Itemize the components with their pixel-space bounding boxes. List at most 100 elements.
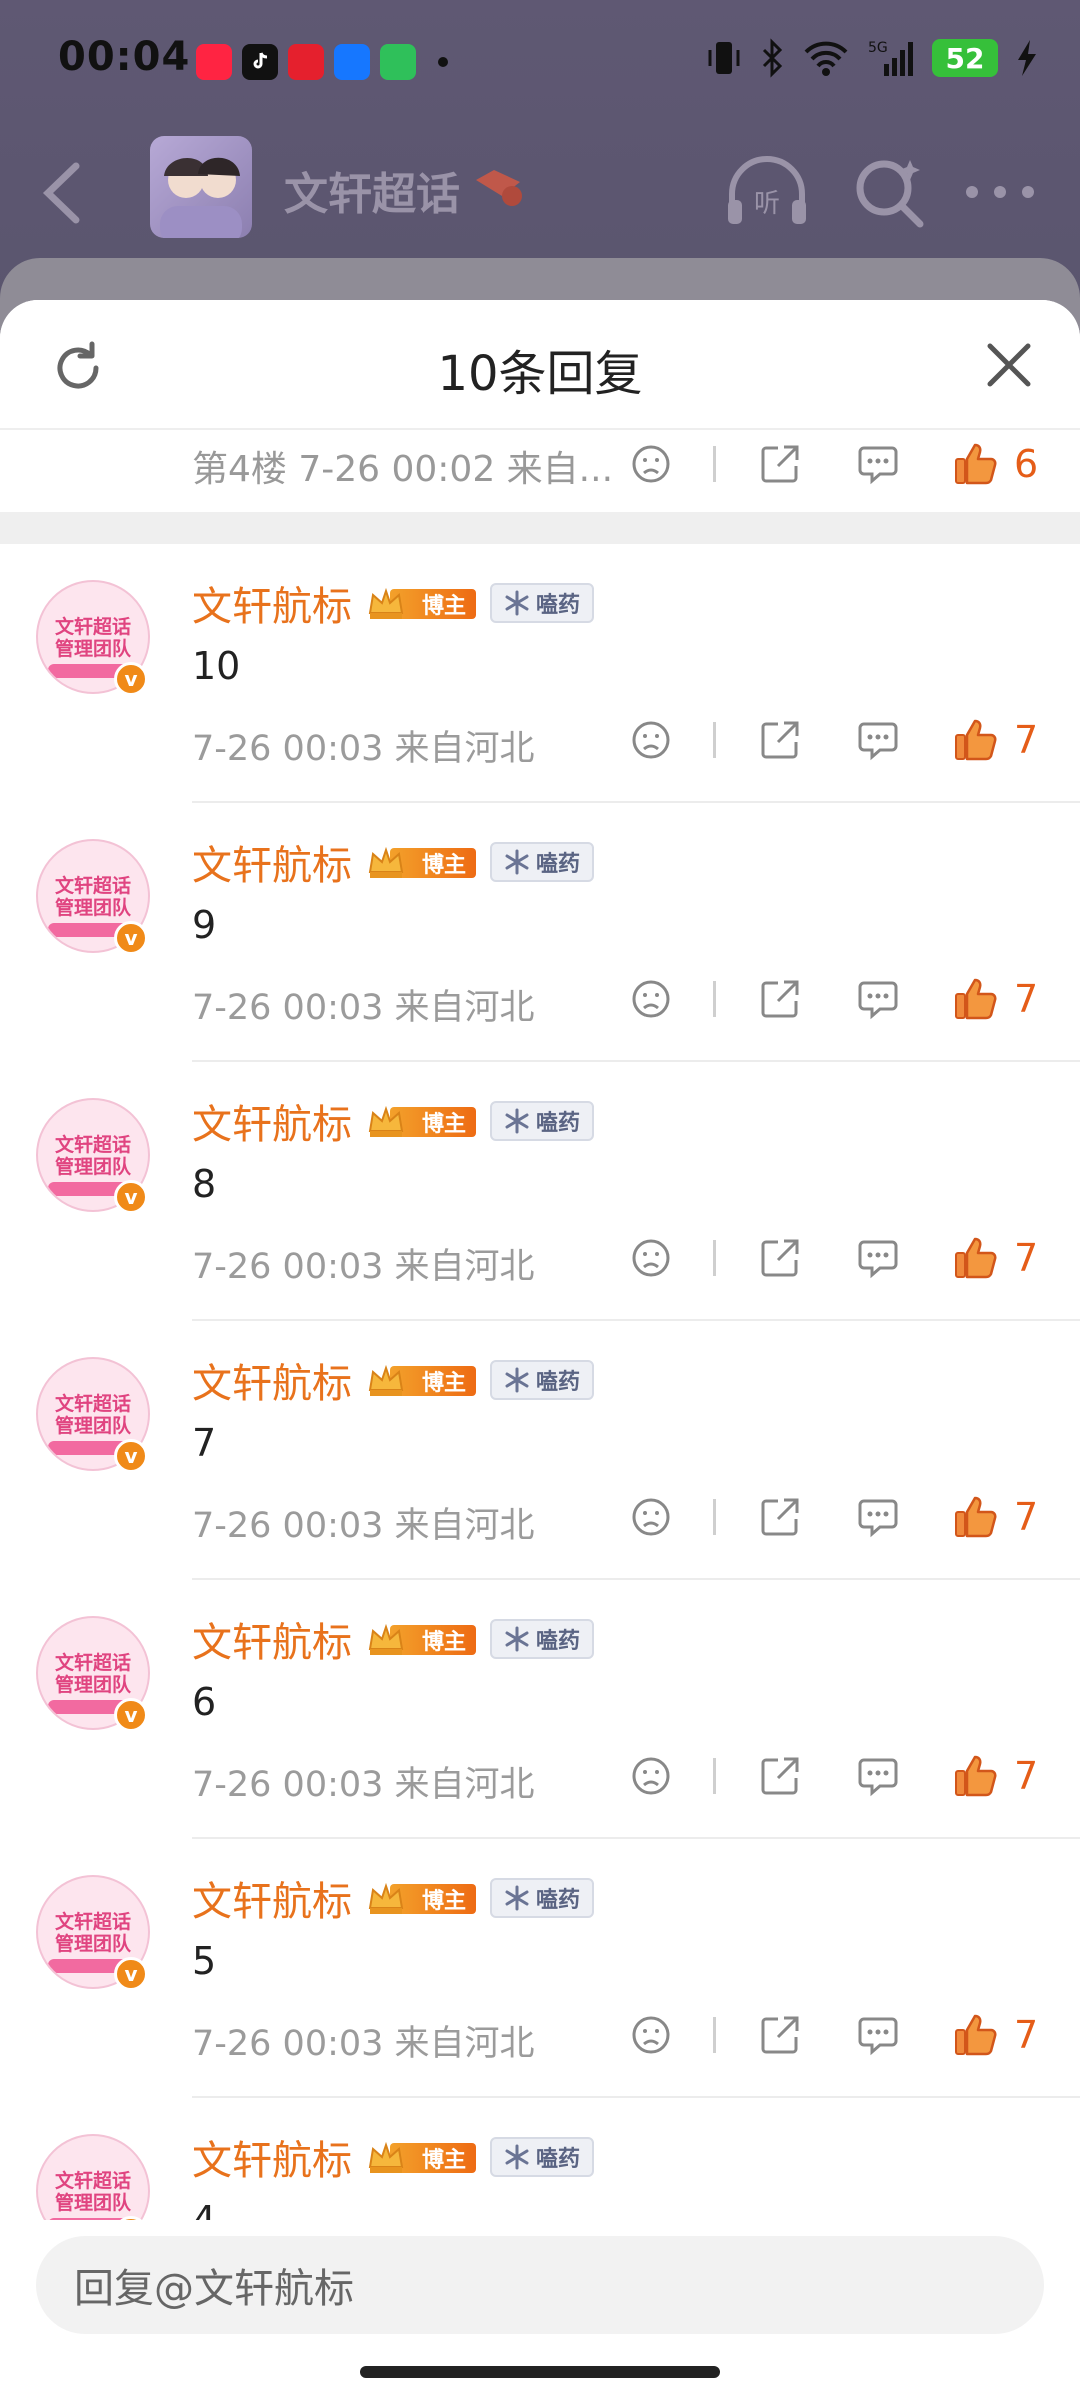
like-count: 7 (1014, 1236, 1039, 1280)
reply-item[interactable]: 文轩超话管理团队 v 文轩航标 博主 嗑药 8 7-26 00:03 来自河北 (0, 1062, 1080, 1321)
reply-actions: 7 (627, 1752, 1044, 1800)
svg-text:5G: 5G (868, 40, 888, 56)
share-icon (761, 1757, 799, 1795)
username[interactable]: 文轩航标 (192, 1092, 352, 1150)
reply-text: 8 (192, 1162, 217, 1206)
username[interactable]: 文轩航标 (192, 1610, 352, 1668)
reply-item[interactable]: 文轩超话管理团队 v 文轩航标 博主 嗑药 7 7-26 00:03 来自河北 (0, 1321, 1080, 1580)
dislike-button[interactable] (627, 716, 675, 764)
like-button[interactable] (952, 716, 1000, 764)
reply-input[interactable]: 回复@文轩航标 (36, 2236, 1044, 2334)
sad-face-icon (632, 445, 670, 483)
home-indicator[interactable] (360, 2366, 720, 2378)
comment-button[interactable] (854, 2011, 902, 2059)
dislike-button[interactable] (627, 2011, 675, 2059)
reply-item[interactable]: 文轩超话管理团队 v 文轩航标 博主 嗑药 6 7-26 00:03 来自河北 (0, 1580, 1080, 1839)
topbar: 文轩超话 听 (0, 130, 1080, 250)
blogger-badge: 博主 (366, 2137, 476, 2177)
thumbs-up-icon (955, 1496, 997, 1538)
fan-badge: 嗑药 (490, 583, 594, 623)
dislike-button[interactable] (627, 1234, 675, 1282)
status-app-icons (196, 44, 448, 80)
notification-dot (438, 57, 448, 67)
comment-icon (858, 981, 898, 1020)
share-button[interactable] (756, 440, 804, 488)
dislike-button[interactable] (627, 1752, 675, 1800)
reply-item[interactable]: 文轩超话 管理团队 v 文轩航标 博主 嗑药 10 7-26 00:03 来自河北 (0, 544, 1080, 803)
reply-text: 5 (192, 1939, 217, 1983)
username[interactable]: 文轩航标 (192, 1351, 352, 1409)
reply-item[interactable]: 文轩超话管理团队 v 文轩航标 博主 嗑药 9 7-26 00:03 来自河北 (0, 803, 1080, 1062)
reply-actions: 7 (627, 1493, 1044, 1541)
share-button[interactable] (756, 2011, 804, 2059)
dislike-button[interactable] (627, 1493, 675, 1541)
comment-button[interactable] (854, 1752, 902, 1800)
svg-text:听: 听 (754, 189, 780, 219)
fan-badge: 嗑药 (490, 1101, 594, 1141)
snowflake-icon (505, 849, 529, 875)
verified-badge-icon: v (114, 1957, 148, 1991)
section-divider (0, 512, 1080, 544)
username[interactable]: 文轩航标 (192, 574, 352, 632)
user-line: 文轩航标 博主 嗑药 (192, 1092, 594, 1150)
thumbs-up-icon (955, 978, 997, 1020)
reply-list: 文轩超话 管理团队 v 文轩航标 博主 嗑药 10 7-26 00:03 来自河北 (0, 544, 1080, 2357)
user-line: 文轩航标 博主 嗑药 (192, 1610, 594, 1668)
sad-face-icon (632, 980, 670, 1018)
share-button[interactable] (756, 975, 804, 1023)
sad-face-icon (632, 721, 670, 759)
snowflake-icon (505, 1108, 529, 1134)
screen: 00:04 5G 52 文轩超话 听 10条回复 第4楼 7-26 00:02 … (0, 0, 1080, 2400)
share-button[interactable] (756, 1752, 804, 1800)
reply-item[interactable]: 文轩超话管理团队 v 文轩航标 博主 嗑药 5 7-26 00:03 来自河北 (0, 1839, 1080, 2098)
share-button[interactable] (756, 1493, 804, 1541)
username[interactable]: 文轩航标 (192, 1869, 352, 1927)
crown-icon (368, 1364, 404, 1396)
reply-actions: 7 (627, 2011, 1044, 2059)
username[interactable]: 文轩航标 (192, 2128, 352, 2186)
dislike-button[interactable] (627, 975, 675, 1023)
comment-button[interactable] (854, 716, 902, 764)
share-icon (761, 1498, 799, 1536)
share-button[interactable] (756, 1234, 804, 1282)
comment-button[interactable] (854, 975, 902, 1023)
fan-badge-label: 嗑药 (535, 2147, 580, 2172)
more-icon[interactable] (964, 180, 1036, 204)
like-button[interactable] (952, 1493, 1000, 1541)
search-icon[interactable] (852, 154, 928, 230)
comment-button[interactable] (854, 1493, 902, 1541)
comment-icon (858, 446, 898, 485)
reply-meta: 7-26 00:03 来自河北 (192, 2024, 535, 2064)
comment-icon (858, 1499, 898, 1538)
battery-level: 52 (932, 39, 998, 77)
share-button[interactable] (756, 716, 804, 764)
like-button[interactable] (952, 440, 1000, 488)
comment-button[interactable] (854, 1234, 902, 1282)
avatar-text: 文轩超话 管理团队 (54, 1652, 131, 1696)
like-button[interactable] (952, 1752, 1000, 1800)
like-button[interactable] (952, 2011, 1000, 2059)
parent-meta: 第4楼 7-26 00:02 来自... (192, 449, 614, 490)
verified-badge-icon: v (114, 921, 148, 955)
back-icon[interactable] (36, 158, 96, 228)
group-avatar[interactable] (150, 136, 252, 238)
verified-badge-icon: v (114, 1439, 148, 1473)
reply-meta: 7-26 00:03 来自河北 (192, 1247, 535, 1287)
thumbs-up-icon (955, 443, 997, 485)
status-system-icons: 5G 52 (706, 38, 1038, 78)
like-button[interactable] (952, 975, 1000, 1023)
snowflake-icon (505, 1885, 529, 1911)
fan-badge: 嗑药 (490, 1619, 594, 1659)
parent-actions: 6 (627, 440, 1044, 488)
username[interactable]: 文轩航标 (192, 833, 352, 891)
listen-icon[interactable]: 听 (724, 154, 810, 230)
like-button[interactable] (952, 1234, 1000, 1282)
snowflake-icon (505, 1626, 529, 1652)
fan-badge-label: 嗑药 (535, 852, 580, 877)
comment-button[interactable] (854, 440, 902, 488)
close-icon[interactable] (986, 342, 1032, 388)
dislike-button[interactable] (627, 440, 675, 488)
avatar-text: 文轩超话 管理团队 (54, 616, 131, 660)
comment-icon (858, 722, 898, 761)
reply-text: 9 (192, 903, 217, 947)
